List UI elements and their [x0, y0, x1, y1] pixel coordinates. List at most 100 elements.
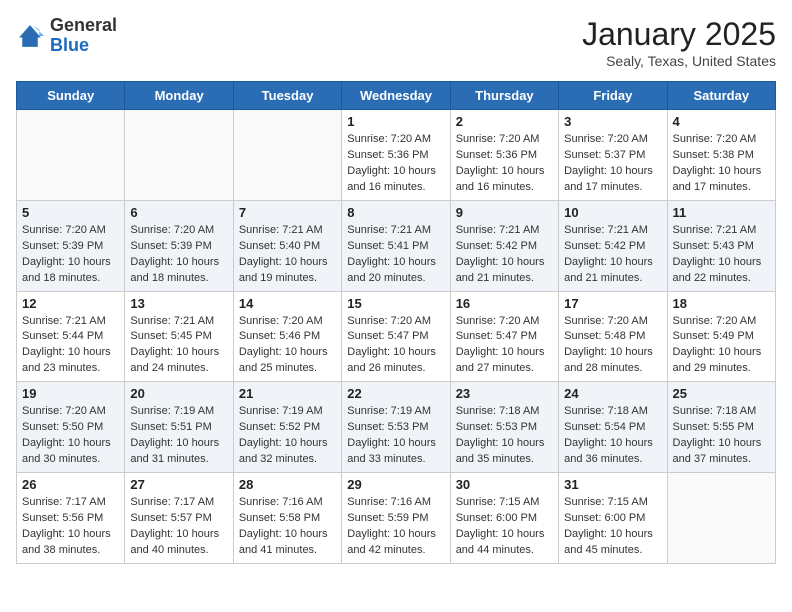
- calendar-week-3: 12 Sunrise: 7:21 AMSunset: 5:44 PMDayligh…: [17, 291, 776, 382]
- day-number: 30: [456, 477, 553, 492]
- calendar-cell: [667, 473, 775, 564]
- calendar-cell: 9 Sunrise: 7:21 AMSunset: 5:42 PMDaylight…: [450, 200, 558, 291]
- day-info: Sunrise: 7:16 AMSunset: 5:59 PMDaylight:…: [347, 495, 444, 559]
- calendar-cell: 27 Sunrise: 7:17 AMSunset: 5:57 PMDayligh…: [125, 473, 233, 564]
- calendar-cell: 21Sunrise: 7:19 AMSunset: 5:52 PMDayligh…: [233, 382, 341, 473]
- header-monday: Monday: [125, 82, 233, 110]
- day-number: 23: [456, 386, 553, 401]
- calendar-week-4: 19 Sunrise: 7:20 AMSunset: 5:50 PMDayligh…: [17, 382, 776, 473]
- day-info: Sunrise: 7:20 AMSunset: 5:39 PMDaylight:…: [130, 223, 227, 287]
- day-number: 26: [22, 477, 119, 492]
- calendar-cell: 11 Sunrise: 7:21 AMSunset: 5:43 PMDayligh…: [667, 200, 775, 291]
- day-number: 29: [347, 477, 444, 492]
- calendar-week-2: 5Sunrise: 7:20 AMSunset: 5:39 PMDaylight…: [17, 200, 776, 291]
- calendar-cell: 30Sunrise: 7:15 AMSunset: 6:00 PMDayligh…: [450, 473, 558, 564]
- day-number: 8: [347, 205, 444, 220]
- day-info: Sunrise: 7:18 AMSunset: 5:55 PMDaylight:…: [673, 404, 770, 468]
- calendar: SundayMondayTuesdayWednesdayThursdayFrid…: [16, 81, 776, 564]
- day-number: 10: [564, 205, 661, 220]
- day-number: 9: [456, 205, 553, 220]
- day-number: 25: [673, 386, 770, 401]
- day-number: 22: [347, 386, 444, 401]
- day-number: 18: [673, 296, 770, 311]
- header-sunday: Sunday: [17, 82, 125, 110]
- day-info: Sunrise: 7:20 AMSunset: 5:38 PMDaylight:…: [673, 132, 770, 196]
- day-number: 12: [22, 296, 119, 311]
- day-number: 14: [239, 296, 336, 311]
- logo-icon: [16, 22, 44, 50]
- day-number: 6: [130, 205, 227, 220]
- header-tuesday: Tuesday: [233, 82, 341, 110]
- day-info: Sunrise: 7:20 AMSunset: 5:49 PMDaylight:…: [673, 314, 770, 378]
- calendar-cell: 7 Sunrise: 7:21 AMSunset: 5:40 PMDaylight…: [233, 200, 341, 291]
- day-number: 1: [347, 114, 444, 129]
- day-number: 21: [239, 386, 336, 401]
- calendar-cell: 5Sunrise: 7:20 AMSunset: 5:39 PMDaylight…: [17, 200, 125, 291]
- calendar-cell: 17 Sunrise: 7:20 AMSunset: 5:48 PMDayligh…: [559, 291, 667, 382]
- logo: General Blue: [16, 16, 117, 56]
- header-wednesday: Wednesday: [342, 82, 450, 110]
- day-number: 24: [564, 386, 661, 401]
- day-number: 20: [130, 386, 227, 401]
- calendar-cell: 28Sunrise: 7:16 AMSunset: 5:58 PMDayligh…: [233, 473, 341, 564]
- day-number: 4: [673, 114, 770, 129]
- day-number: 3: [564, 114, 661, 129]
- day-info: Sunrise: 7:17 AMSunset: 5:56 PMDaylight:…: [22, 495, 119, 559]
- calendar-cell: 3 Sunrise: 7:20 AMSunset: 5:37 PMDaylight…: [559, 110, 667, 201]
- day-info: Sunrise: 7:20 AMSunset: 5:47 PMDaylight:…: [456, 314, 553, 378]
- day-info: Sunrise: 7:20 AMSunset: 5:47 PMDaylight:…: [347, 314, 444, 378]
- calendar-cell: [125, 110, 233, 201]
- page-header: General Blue January 2025 Sealy, Texas, …: [16, 16, 776, 69]
- calendar-cell: [17, 110, 125, 201]
- title-block: January 2025 Sealy, Texas, United States: [582, 16, 776, 69]
- day-info: Sunrise: 7:17 AMSunset: 5:57 PMDaylight:…: [130, 495, 227, 559]
- day-info: Sunrise: 7:20 AMSunset: 5:48 PMDaylight:…: [564, 314, 661, 378]
- day-info: Sunrise: 7:20 AMSunset: 5:37 PMDaylight:…: [564, 132, 661, 196]
- location: Sealy, Texas, United States: [582, 53, 776, 69]
- day-info: Sunrise: 7:21 AMSunset: 5:42 PMDaylight:…: [456, 223, 553, 287]
- calendar-cell: 15 Sunrise: 7:20 AMSunset: 5:47 PMDayligh…: [342, 291, 450, 382]
- day-info: Sunrise: 7:21 AMSunset: 5:41 PMDaylight:…: [347, 223, 444, 287]
- calendar-cell: 20Sunrise: 7:19 AMSunset: 5:51 PMDayligh…: [125, 382, 233, 473]
- day-number: 17: [564, 296, 661, 311]
- calendar-cell: 2Sunrise: 7:20 AMSunset: 5:36 PMDaylight…: [450, 110, 558, 201]
- day-info: Sunrise: 7:15 AMSunset: 6:00 PMDaylight:…: [564, 495, 661, 559]
- day-number: 28: [239, 477, 336, 492]
- day-info: Sunrise: 7:21 AMSunset: 5:40 PMDaylight:…: [239, 223, 336, 287]
- day-info: Sunrise: 7:20 AMSunset: 5:46 PMDaylight:…: [239, 314, 336, 378]
- day-info: Sunrise: 7:21 AMSunset: 5:43 PMDaylight:…: [673, 223, 770, 287]
- header-friday: Friday: [559, 82, 667, 110]
- calendar-week-1: 1 Sunrise: 7:20 AMSunset: 5:36 PMDaylight…: [17, 110, 776, 201]
- day-number: 16: [456, 296, 553, 311]
- day-info: Sunrise: 7:18 AMSunset: 5:54 PMDaylight:…: [564, 404, 661, 468]
- day-number: 13: [130, 296, 227, 311]
- calendar-cell: 24 Sunrise: 7:18 AMSunset: 5:54 PMDayligh…: [559, 382, 667, 473]
- calendar-cell: 8 Sunrise: 7:21 AMSunset: 5:41 PMDaylight…: [342, 200, 450, 291]
- calendar-cell: 23Sunrise: 7:18 AMSunset: 5:53 PMDayligh…: [450, 382, 558, 473]
- day-info: Sunrise: 7:21 AMSunset: 5:42 PMDaylight:…: [564, 223, 661, 287]
- calendar-cell: 13 Sunrise: 7:21 AMSunset: 5:45 PMDayligh…: [125, 291, 233, 382]
- day-info: Sunrise: 7:20 AMSunset: 5:36 PMDaylight:…: [456, 132, 553, 196]
- calendar-week-5: 26 Sunrise: 7:17 AMSunset: 5:56 PMDayligh…: [17, 473, 776, 564]
- header-saturday: Saturday: [667, 82, 775, 110]
- day-info: Sunrise: 7:20 AMSunset: 5:50 PMDaylight:…: [22, 404, 119, 468]
- day-info: Sunrise: 7:21 AMSunset: 5:45 PMDaylight:…: [130, 314, 227, 378]
- day-number: 19: [22, 386, 119, 401]
- calendar-cell: 29 Sunrise: 7:16 AMSunset: 5:59 PMDayligh…: [342, 473, 450, 564]
- day-info: Sunrise: 7:19 AMSunset: 5:53 PMDaylight:…: [347, 404, 444, 468]
- header-thursday: Thursday: [450, 82, 558, 110]
- day-info: Sunrise: 7:20 AMSunset: 5:36 PMDaylight:…: [347, 132, 444, 196]
- day-info: Sunrise: 7:20 AMSunset: 5:39 PMDaylight:…: [22, 223, 119, 287]
- calendar-cell: 10 Sunrise: 7:21 AMSunset: 5:42 PMDayligh…: [559, 200, 667, 291]
- day-number: 27: [130, 477, 227, 492]
- day-number: 31: [564, 477, 661, 492]
- calendar-cell: 1 Sunrise: 7:20 AMSunset: 5:36 PMDaylight…: [342, 110, 450, 201]
- day-info: Sunrise: 7:21 AMSunset: 5:44 PMDaylight:…: [22, 314, 119, 378]
- calendar-cell: 18 Sunrise: 7:20 AMSunset: 5:49 PMDayligh…: [667, 291, 775, 382]
- day-number: 15: [347, 296, 444, 311]
- day-number: 7: [239, 205, 336, 220]
- calendar-cell: 26 Sunrise: 7:17 AMSunset: 5:56 PMDayligh…: [17, 473, 125, 564]
- day-number: 11: [673, 205, 770, 220]
- calendar-cell: 14 Sunrise: 7:20 AMSunset: 5:46 PMDayligh…: [233, 291, 341, 382]
- calendar-cell: [233, 110, 341, 201]
